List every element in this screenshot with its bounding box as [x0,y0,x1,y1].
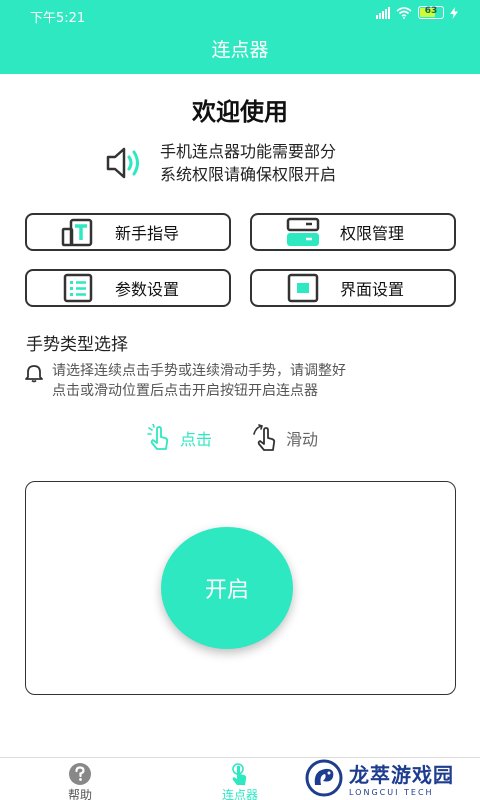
hint-line-1: 请选择连续点击手势或连续滑动手势，请调整好 [52,363,346,379]
guide-icon [61,217,95,247]
wifi-icon [396,6,412,19]
charging-icon [450,6,458,19]
status-bar: 下午5:21 63 [0,0,480,30]
page-title: 连点器 [211,39,269,61]
status-icons: 63 [376,6,458,19]
help-icon [69,763,91,785]
gesture-swipe-label: 滑动 [286,430,319,449]
permission-button-label: 权限管理 [340,224,405,243]
gesture-option-swipe[interactable]: 滑动 [252,424,318,452]
welcome-heading: 欢迎使用 [192,98,288,126]
watermark-logo: 龙萃游戏园 LONGCUI TECH [305,756,477,800]
start-button[interactable]: 开启 [161,527,293,649]
parameter-settings-label: 参数设置 [115,280,180,299]
battery-level: 63 [424,6,438,16]
permission-notice: 手机连点器功能需要部分 系统权限请确保权限开启 [104,140,394,186]
status-time: 下午5:21 [30,11,86,26]
tab-clicker[interactable]: 连点器 [180,762,300,800]
tab-clicker-label: 连点器 [221,788,258,800]
list-icon [61,273,95,303]
tab-help[interactable]: 帮助 [20,762,140,800]
tap-hand-icon [147,424,169,450]
signal-icon [376,6,390,19]
notice-line-1: 手机连点器功能需要部分 [160,142,337,161]
tab-help-label: 帮助 [67,788,92,800]
interface-settings-button[interactable]: 界面设置 [250,269,456,307]
title-bar: 连点器 [0,30,480,74]
hint-line-2: 点击或滑动位置后点击开启按钮开启连点器 [52,383,318,399]
bell-icon [25,365,43,383]
gesture-click-label: 点击 [180,430,213,449]
clicker-icon [232,763,247,785]
gesture-hint: 请选择连续点击手势或连续滑动手势，请调整好 点击或滑动位置后点击开启按钮开启连点… [24,361,444,401]
guide-button-label: 新手指导 [115,224,180,243]
dragon-logo-icon [305,759,343,797]
gesture-section-title: 手势类型选择 [26,335,128,355]
permission-icon [286,217,320,247]
gesture-option-click[interactable]: 点击 [146,424,212,452]
battery-icon: 63 [418,6,444,19]
screen-icon [286,273,320,303]
interface-settings-label: 界面设置 [340,280,405,299]
notice-line-2: 系统权限请确保权限开启 [160,165,337,184]
watermark-text: 龙萃游戏园 [349,763,454,787]
speaker-icon [106,147,139,179]
swipe-hand-icon [253,424,276,451]
permission-button[interactable]: 权限管理 [250,213,456,251]
guide-button[interactable]: 新手指导 [25,213,231,251]
parameter-settings-button[interactable]: 参数设置 [25,269,231,307]
watermark-subtext: LONGCUI TECH [349,788,434,797]
